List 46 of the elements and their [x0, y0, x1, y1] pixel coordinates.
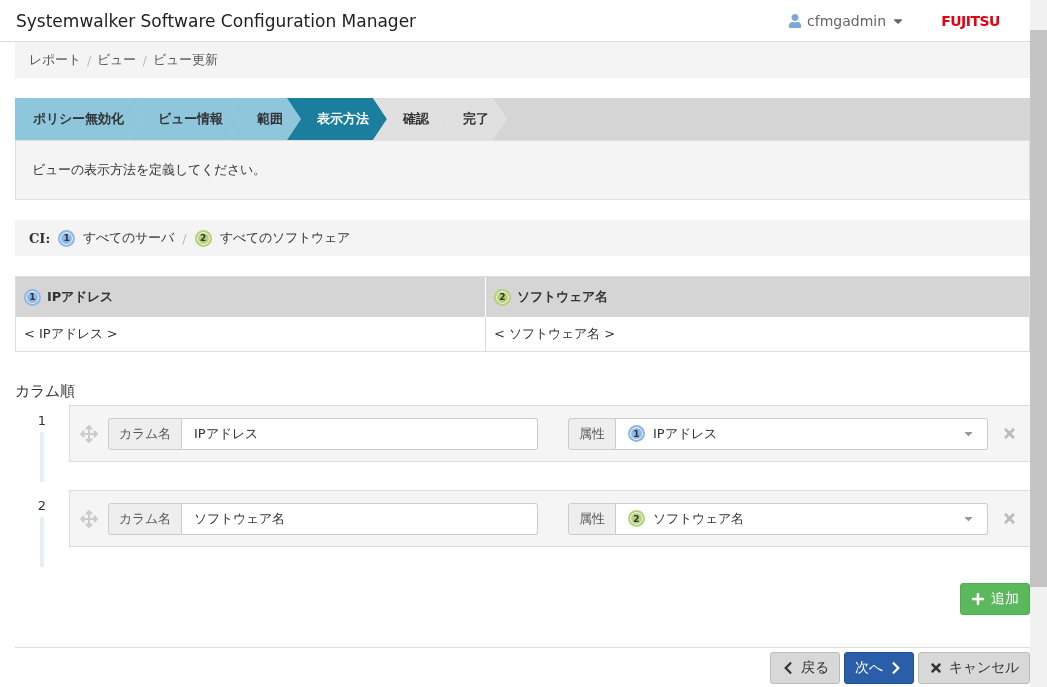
number-badge: 1	[58, 229, 76, 247]
number-badge: 1	[24, 288, 41, 306]
ci-name: すべてのサーバ	[83, 229, 175, 247]
breadcrumb-separator: /	[142, 52, 147, 68]
number-badge: 2	[194, 229, 212, 247]
input-field[interactable]: IPアドレス	[182, 417, 538, 450]
ci-separator: /	[182, 230, 187, 246]
field-label: 属性	[568, 417, 616, 450]
scrollbar[interactable]	[1030, 30, 1047, 587]
cancel-button[interactable]: キャンセル	[918, 651, 1030, 684]
column-title: IPアドレス	[47, 288, 114, 306]
ci-label: CI:	[29, 230, 51, 246]
table-cell: < ソフトウェア名 >	[485, 317, 1029, 351]
field-label: カラム名	[108, 417, 182, 450]
plus-icon	[971, 592, 985, 606]
wizard-step: 完了	[433, 98, 507, 140]
field-label: 属性	[568, 502, 616, 535]
back-button[interactable]: 戻る	[770, 651, 840, 684]
user-icon	[788, 13, 803, 28]
input-field[interactable]: ソフトウェア名	[182, 502, 538, 535]
field-label: カラム名	[108, 502, 182, 535]
column-title: ソフトウェア名	[517, 288, 608, 306]
select-field[interactable]: 1 IPアドレス	[616, 417, 988, 450]
row-number: 1	[37, 413, 47, 428]
breadcrumb-separator: /	[87, 52, 92, 68]
breadcrumb-item[interactable]: ビュー	[97, 51, 137, 69]
table-cell-text: < IPアドレス >	[23, 325, 119, 343]
user-menu[interactable]: cfmgadmin	[788, 12, 906, 29]
ci-name: すべてのソフトウェア	[219, 229, 350, 247]
breadcrumb-item[interactable]: レポート	[29, 51, 81, 69]
number-badge: 2	[628, 510, 645, 527]
close-icon[interactable]	[1002, 511, 1017, 526]
section-title: カラム順	[15, 382, 76, 401]
app-title: Systemwalker Software Configuration Manager	[16, 10, 418, 31]
move-icon[interactable]	[80, 509, 98, 528]
move-icon[interactable]	[80, 424, 98, 443]
instruction-text: ビューの表示方法を定義してください。	[15, 140, 1030, 200]
row-number: 2	[37, 498, 47, 513]
number-badge: 1	[628, 425, 645, 442]
close-icon	[929, 660, 943, 675]
logo: FUJITSU	[941, 12, 1000, 29]
close-icon[interactable]	[1002, 426, 1017, 441]
number-badge: 2	[494, 288, 511, 306]
breadcrumb-item: ビュー更新	[152, 51, 218, 69]
next-button[interactable]: 次へ	[844, 651, 914, 684]
select-field[interactable]: 2 ソフトウェア名	[616, 502, 988, 535]
